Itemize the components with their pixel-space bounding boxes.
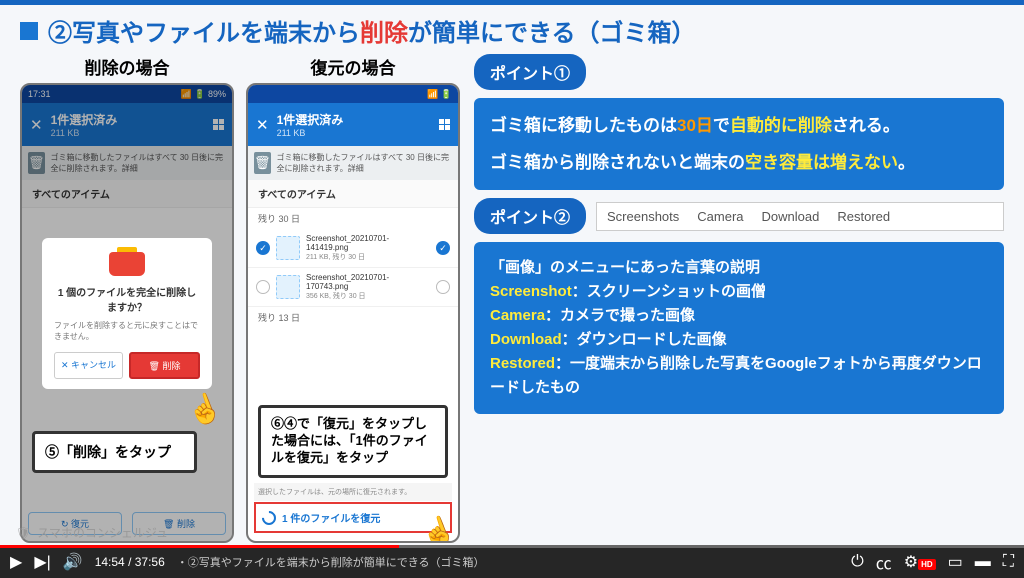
- delete-dialog: 1 個のファイルを完全に削除しますか？ ファイルを削除すると元に戻すことはできま…: [42, 238, 212, 389]
- section-all-items: すべてのアイテム: [248, 180, 458, 208]
- thumbnail-icon: [276, 236, 300, 260]
- point-2-badge: ポイント②: [474, 198, 586, 234]
- theater-button[interactable]: ▬: [975, 553, 991, 571]
- status-circle-icon: [436, 280, 450, 294]
- phone-restore: 📶 🔋 ✕ 1件選択済み 211 KB 🗑 ゴミ箱に移動したファイルはすべて 3…: [246, 83, 460, 543]
- trash-icon: 🗑: [254, 152, 271, 174]
- dialog-title: 1 個のファイルを完全に削除しますか？: [54, 284, 200, 314]
- settings-icon[interactable]: ⚙HD: [904, 552, 936, 572]
- restore-icon: [259, 508, 279, 528]
- file-row[interactable]: ✓ Screenshot_20210701-141419.png 211 KB,…: [248, 229, 458, 268]
- tab-restored[interactable]: Restored: [837, 209, 890, 224]
- subtitles-button[interactable]: ㏄: [876, 550, 892, 574]
- point-1-badge: ポイント①: [474, 54, 586, 90]
- delete-button[interactable]: 🗑 削除: [129, 352, 200, 379]
- phone-delete-label: 削除の場合: [85, 54, 170, 79]
- callout-step-6: ⑥④で「復元」をタップした場合には、「1件のファイルを復元」をタップ: [258, 405, 448, 478]
- video-player-controls: ▶ ▶| 🔊 14:54 / 37:56 ・②写真やファイルを端末から削除が簡単…: [0, 545, 1024, 578]
- fullscreen-button[interactable]: ⛶: [1003, 553, 1014, 571]
- progress-bar[interactable]: [0, 545, 1024, 548]
- point-2-explanation: 「画像」のメニューにあった言葉の説明 Screenshot：スクリーンショットの…: [474, 242, 1004, 414]
- dialog-body: ファイルを削除すると元に戻すことはできません。: [54, 320, 200, 342]
- volume-icon[interactable]: 🔊: [63, 552, 83, 572]
- cancel-button[interactable]: ✕ キャンセル: [54, 352, 123, 379]
- file-meta: 356 KB, 残り 30 日: [306, 291, 430, 301]
- thumbnail-icon: [276, 275, 300, 299]
- file-meta: 211 KB, 残り 30 日: [306, 252, 430, 262]
- tab-camera[interactable]: Camera: [697, 209, 743, 224]
- next-button[interactable]: ▶|: [34, 552, 50, 572]
- selection-size: 211 KB: [277, 128, 431, 138]
- slide-title: ②写真やファイルを端末から削除が簡単にできる（ゴミ箱）: [0, 5, 1024, 54]
- play-button[interactable]: ▶: [10, 552, 22, 572]
- point-1-explanation: ゴミ箱に移動したものは30日で自動的に削除される。 ゴミ箱から削除されないと端末…: [474, 98, 1004, 190]
- chapter-title[interactable]: ・②写真やファイルを端末から削除が簡単にできる（ゴミ箱）: [177, 554, 485, 570]
- shield-icon: 🛡: [16, 526, 31, 540]
- phone-restore-label: 復元の場合: [311, 54, 396, 79]
- folder-icon: [109, 252, 145, 276]
- callout-step-5: ⑤「削除」をタップ: [32, 431, 197, 473]
- group-30days: 残り 30 日: [248, 208, 458, 229]
- file-row[interactable]: Screenshot_20210701-170743.png 356 KB, 残…: [248, 268, 458, 307]
- checkbox-checked-icon[interactable]: ✓: [256, 241, 270, 255]
- file-name: Screenshot_20210701-141419.png: [306, 234, 430, 252]
- checkbox-unchecked-icon[interactable]: [256, 280, 270, 294]
- grid-icon[interactable]: [439, 119, 450, 130]
- autoplay-toggle[interactable]: ⏻: [851, 553, 864, 571]
- group-13days: 残り 13 日: [248, 307, 458, 328]
- title-highlight: 削除: [360, 20, 408, 47]
- info-text: ゴミ箱に移動したファイルはすべて 30 日後に完全に削除されます。詳細: [277, 152, 452, 174]
- miniplayer-button[interactable]: ▭: [948, 552, 963, 572]
- time-display: 14:54 / 37:56: [95, 555, 165, 569]
- tab-download[interactable]: Download: [762, 209, 820, 224]
- channel-name: スマホのコンシェルジュ: [37, 524, 168, 541]
- phone-delete: 17:31 📶 🔋 89% ✕ 1件選択済み 211 KB 🗑 ゴミ箱に移動: [20, 83, 234, 543]
- title-marker-icon: [20, 22, 38, 40]
- status-check-icon: ✓: [436, 241, 450, 255]
- title-prefix: ②写真やファイルを端末から: [48, 20, 360, 47]
- selection-title: 1件選択済み: [277, 111, 431, 128]
- restore-info-text: 選択したファイルは、元の場所に復元されます。: [254, 483, 452, 501]
- image-menu-tabs: Screenshots Camera Download Restored: [596, 202, 1004, 231]
- close-icon[interactable]: ✕: [256, 116, 269, 134]
- tab-screenshots[interactable]: Screenshots: [607, 209, 679, 224]
- title-suffix: が簡単にできる（ゴミ箱）: [408, 20, 696, 47]
- file-name: Screenshot_20210701-170743.png: [306, 273, 430, 291]
